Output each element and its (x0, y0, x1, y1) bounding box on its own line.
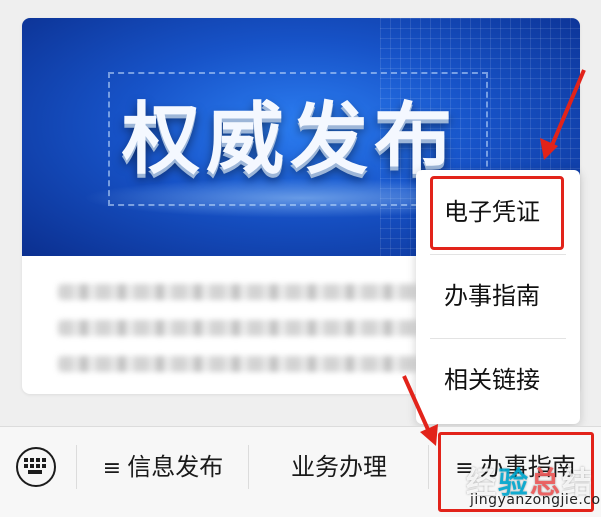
annotation-arrows (402, 69, 586, 446)
watermark-url: jingyanzongjie.com (470, 492, 601, 508)
arrow-to-menu-tab (402, 375, 432, 435)
arrow-to-submenu (548, 69, 586, 151)
